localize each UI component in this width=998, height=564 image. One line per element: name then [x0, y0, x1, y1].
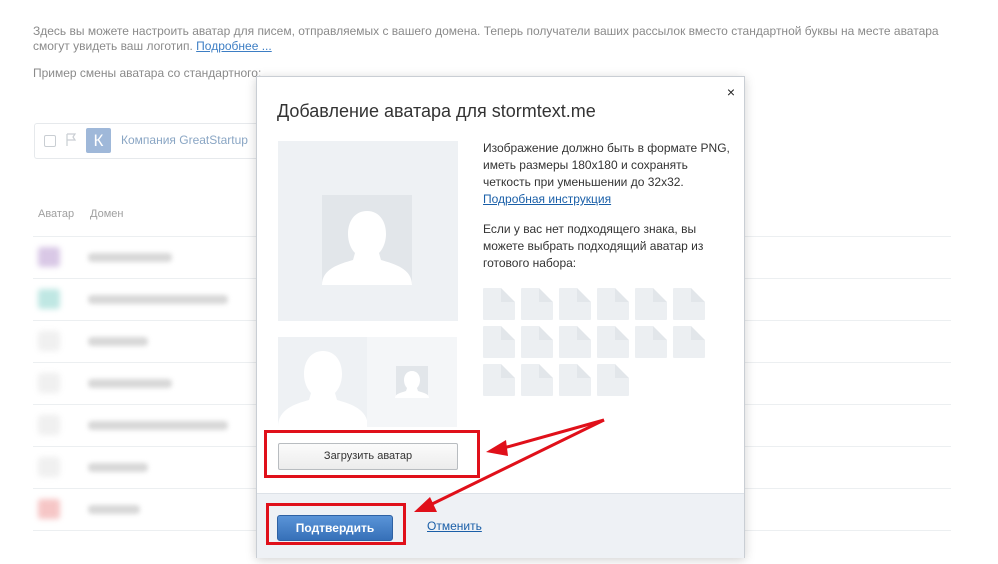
arrow-head-icon — [486, 440, 508, 456]
annotation-arrows — [414, 418, 605, 512]
